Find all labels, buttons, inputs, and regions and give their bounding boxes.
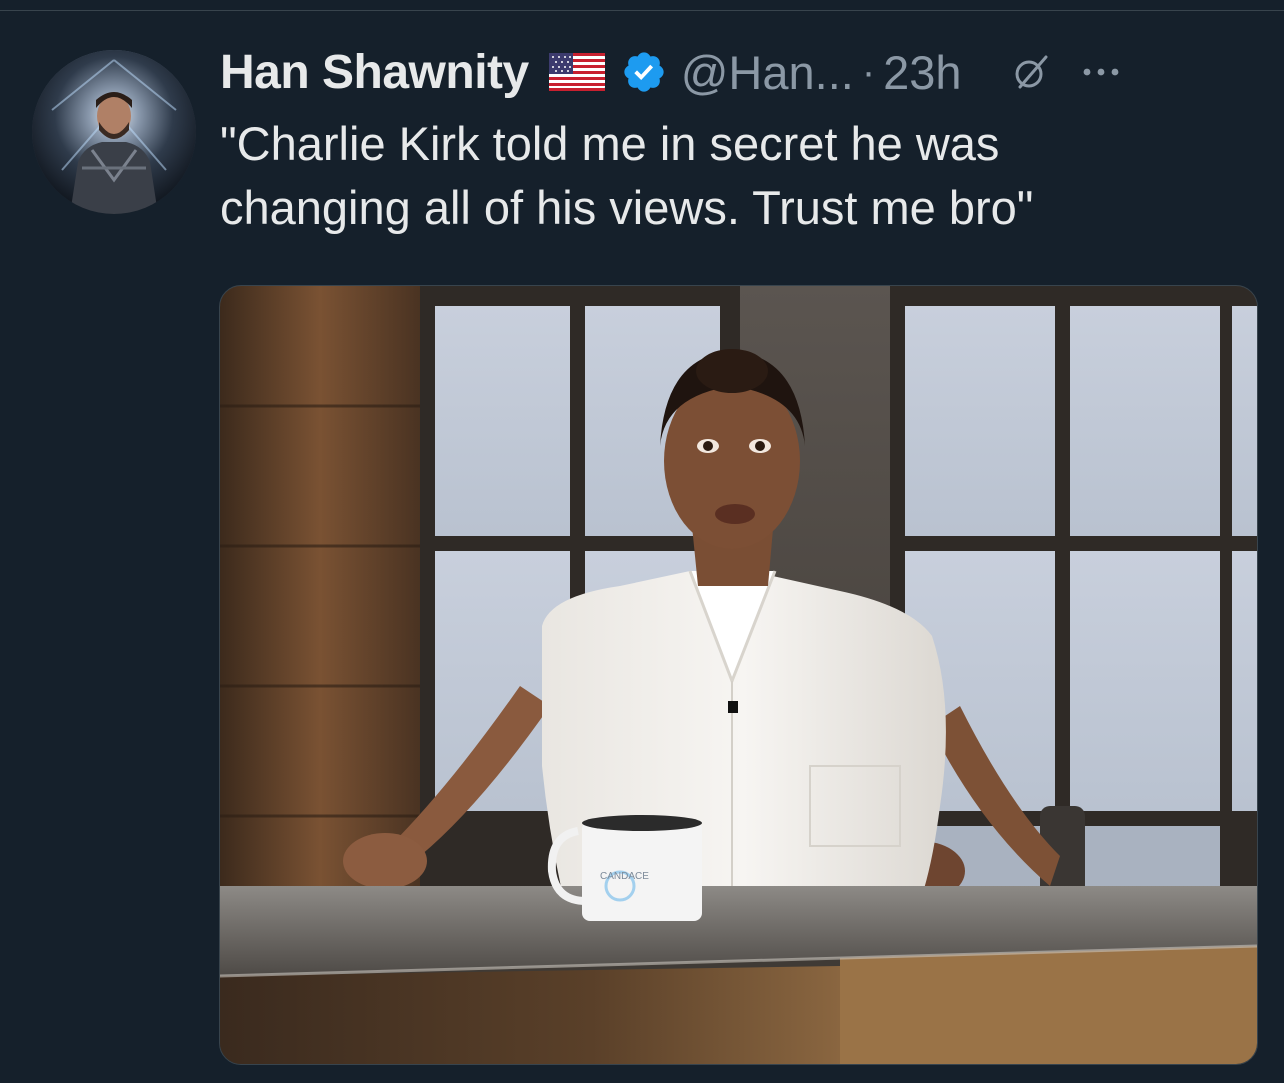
avatar[interactable] <box>32 50 196 214</box>
avatar-image <box>32 50 196 214</box>
us-flag-icon <box>548 53 605 91</box>
top-divider <box>0 10 1284 11</box>
tweet-header: Han Shawnity @Han... · 23h <box>220 40 1270 104</box>
separator-dot: · <box>861 49 876 94</box>
tweet-media-image[interactable]: CANDACE <box>219 285 1258 1065</box>
more-options-icon[interactable] <box>1082 66 1120 78</box>
verified-badge-icon[interactable] <box>621 49 667 95</box>
tweet-text: "Charlie Kirk told me in secret he was c… <box>220 112 1260 240</box>
author-name[interactable]: Han Shawnity <box>220 45 529 100</box>
grok-icon[interactable] <box>1012 53 1050 91</box>
author-handle[interactable]: @Han... <box>681 45 854 100</box>
studio-photo: CANDACE <box>220 286 1257 1064</box>
tweet-text-line: changing all of his views. Trust me bro" <box>220 181 1034 234</box>
timestamp[interactable]: 23h <box>883 45 961 100</box>
tweet-text-line: "Charlie Kirk told me in secret he was <box>220 117 1000 170</box>
mug-label: CANDACE <box>600 871 649 882</box>
